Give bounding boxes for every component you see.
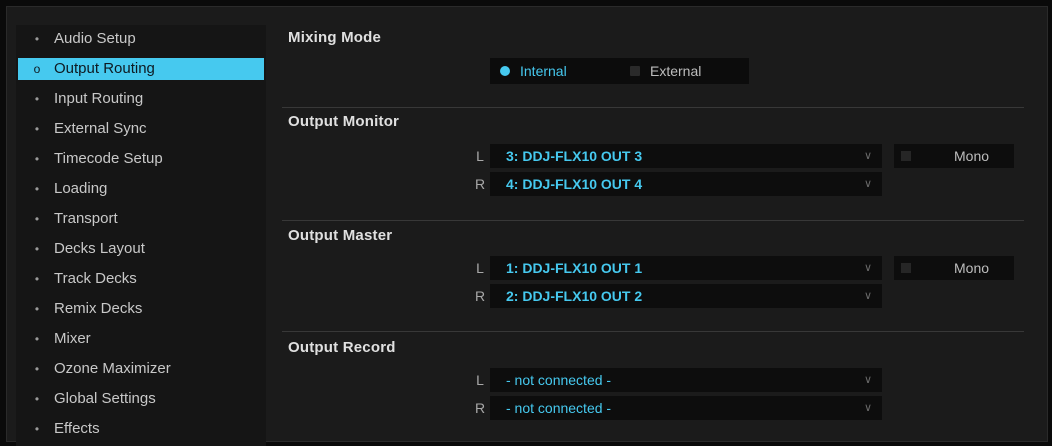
bullet-icon: • <box>34 182 40 196</box>
sidebar-item-label: Decks Layout <box>54 240 145 257</box>
mixing-mode-internal-label: Internal <box>520 63 567 79</box>
bullet-icon: • <box>34 272 40 286</box>
output-monitor-right-value: 4: DDJ-FLX10 OUT 4 <box>506 176 643 192</box>
output-monitor-mono-label: Mono <box>954 148 990 164</box>
output-master-left-label: L <box>476 260 484 276</box>
section-divider <box>282 220 1024 221</box>
sidebar-item-label: Loading <box>54 180 108 197</box>
sidebar-item-transport[interactable]: • Transport <box>18 208 264 230</box>
output-monitor-left-select[interactable]: 3: DDJ-FLX10 OUT 3 ∨ <box>490 144 882 168</box>
bullet-icon: • <box>34 152 40 166</box>
chevron-down-icon: ∨ <box>863 374 873 386</box>
chevron-down-icon: ∨ <box>863 150 873 162</box>
mixing-mode-internal-option[interactable]: Internal <box>490 58 620 84</box>
bullet-icon: • <box>34 392 40 406</box>
output-monitor-left-label: L <box>476 148 484 164</box>
sidebar-item-input-routing[interactable]: • Input Routing <box>18 88 264 110</box>
chevron-down-icon: ∨ <box>863 402 873 414</box>
output-record-left-value: - not connected - <box>506 372 612 388</box>
bullet-icon: • <box>34 32 40 46</box>
sidebar-item-label: Track Decks <box>54 270 137 287</box>
output-monitor-left-value: 3: DDJ-FLX10 OUT 3 <box>506 148 643 164</box>
section-divider <box>282 107 1024 108</box>
sidebar-item-label: Timecode Setup <box>54 150 163 167</box>
sidebar-item-ozone-maximizer[interactable]: • Ozone Maximizer <box>18 358 264 380</box>
checkbox-icon <box>901 151 911 161</box>
mixing-mode-external-option[interactable]: External <box>620 58 749 84</box>
sidebar-item-effects[interactable]: • Effects <box>18 418 264 440</box>
sidebar-item-mixer[interactable]: • Mixer <box>18 328 264 350</box>
chevron-down-icon: ∨ <box>863 178 873 190</box>
sidebar-item-label: Global Settings <box>54 390 156 407</box>
sidebar-item-external-sync[interactable]: • External Sync <box>18 118 264 140</box>
sidebar-item-label: Ozone Maximizer <box>54 360 171 377</box>
output-master-right-select[interactable]: 2: DDJ-FLX10 OUT 2 ∨ <box>490 284 882 308</box>
bullet-icon: • <box>34 122 40 136</box>
section-divider <box>282 331 1024 332</box>
radio-unselected-icon <box>630 66 640 76</box>
sidebar-item-output-routing[interactable]: o Output Routing <box>18 58 264 80</box>
chevron-down-icon: ∨ <box>863 290 873 302</box>
checkbox-icon <box>901 263 911 273</box>
output-master-title: Output Master <box>288 227 393 244</box>
sidebar-item-decks-layout[interactable]: • Decks Layout <box>18 238 264 260</box>
mixing-mode-title: Mixing Mode <box>288 29 382 46</box>
output-master-right-value: 2: DDJ-FLX10 OUT 2 <box>506 288 643 304</box>
sidebar-item-track-decks[interactable]: • Track Decks <box>18 268 264 290</box>
output-master-right-label: R <box>474 288 486 304</box>
sidebar-item-label: Transport <box>54 210 118 227</box>
bullet-icon: • <box>34 422 40 436</box>
bullet-icon: • <box>34 212 40 226</box>
output-record-right-value: - not connected - <box>506 400 612 416</box>
sidebar-item-audio-setup[interactable]: • Audio Setup <box>18 28 264 50</box>
bullet-icon: • <box>34 242 40 256</box>
sidebar-item-timecode-setup[interactable]: • Timecode Setup <box>18 148 264 170</box>
output-master-mono-label: Mono <box>954 260 990 276</box>
sidebar-item-remix-decks[interactable]: • Remix Decks <box>18 298 264 320</box>
radio-selected-icon <box>500 66 510 76</box>
chevron-down-icon: ∨ <box>863 262 873 274</box>
mixing-mode-external-label: External <box>650 63 702 79</box>
output-record-title: Output Record <box>288 339 396 356</box>
output-monitor-title: Output Monitor <box>288 113 400 130</box>
bullet-icon: • <box>34 92 40 106</box>
output-record-right-label: R <box>474 400 486 416</box>
bullet-icon: o <box>33 62 41 76</box>
sidebar-item-label: Effects <box>54 420 100 437</box>
bullet-icon: • <box>34 302 40 316</box>
output-record-left-label: L <box>476 372 484 388</box>
output-record-left-select[interactable]: - not connected - ∨ <box>490 368 882 392</box>
sidebar-item-label: Audio Setup <box>54 30 136 47</box>
output-monitor-right-label: R <box>474 176 486 192</box>
mixing-mode-selector: Internal External <box>490 58 749 84</box>
output-master-left-value: 1: DDJ-FLX10 OUT 1 <box>506 260 643 276</box>
output-monitor-right-select[interactable]: 4: DDJ-FLX10 OUT 4 ∨ <box>490 172 882 196</box>
output-master-mono-toggle[interactable]: Mono <box>894 256 1014 280</box>
sidebar-item-label: External Sync <box>54 120 147 137</box>
output-master-left-select[interactable]: 1: DDJ-FLX10 OUT 1 ∨ <box>490 256 882 280</box>
bullet-icon: • <box>34 362 40 376</box>
sidebar-item-label: Output Routing <box>54 60 155 77</box>
output-monitor-mono-toggle[interactable]: Mono <box>894 144 1014 168</box>
output-record-right-select[interactable]: - not connected - ∨ <box>490 396 882 420</box>
bullet-icon: • <box>34 332 40 346</box>
preferences-sidebar: • Audio Setup o Output Routing • Input R… <box>16 25 266 446</box>
sidebar-item-global-settings[interactable]: • Global Settings <box>18 388 264 410</box>
sidebar-item-label: Mixer <box>54 330 91 347</box>
sidebar-item-loading[interactable]: • Loading <box>18 178 264 200</box>
sidebar-item-label: Remix Decks <box>54 300 143 317</box>
sidebar-item-label: Input Routing <box>54 90 144 107</box>
